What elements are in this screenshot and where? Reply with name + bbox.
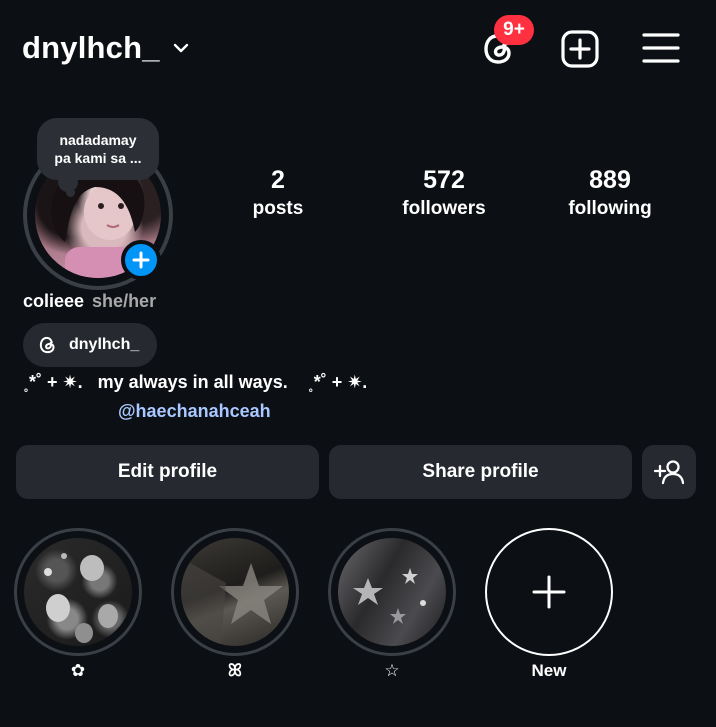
hamburger-menu-icon [642,33,680,63]
posts-count[interactable]: 2 posts [218,165,338,223]
plus-icon [132,251,150,269]
following-label: following [568,198,652,219]
highlight-ring [171,528,299,656]
highlight-item[interactable]: ꕤ [171,528,299,682]
menu-button[interactable] [642,31,680,65]
following-number: 889 [589,166,631,194]
followers-count[interactable]: 572 followers [384,165,504,223]
add-person-icon [654,460,684,485]
threads-profile-link[interactable]: dnylhch_ [23,323,158,367]
highlight-label: ꕤ [227,661,243,680]
profile-note[interactable]: nadadamay pa kami sa ... [37,118,159,180]
bio-text: ˳*˚ + ✷. my always in all ways. ˳*˚ + ✷. [23,372,368,392]
highlight-ring [328,528,456,656]
plus-icon [532,575,566,609]
edit-profile-button[interactable]: Edit profile [16,445,319,499]
account-switcher[interactable]: dnylhch_ [22,30,190,66]
notification-badge: 9+ [494,15,534,45]
highlight-cover [181,538,289,646]
posts-number: 2 [271,166,285,194]
share-profile-button[interactable]: Share profile [329,445,632,499]
new-highlight-label: New [531,661,567,680]
note-text-line-1: nadadamay [59,132,137,148]
pronouns: she/her [92,291,157,311]
following-count[interactable]: 889 following [550,165,670,223]
highlight-label: ☆ [384,661,400,680]
note-tail-small [66,188,75,197]
highlight-cover [24,538,132,646]
bio-mention-link[interactable]: @haechanahceah [118,401,271,422]
discover-people-button[interactable] [642,445,696,499]
note-text-line-2: pa kami sa ... [54,150,142,166]
threads-handle: dnylhch_ [69,336,140,353]
posts-label: posts [252,198,304,219]
highlight-item[interactable]: ☆ [328,528,456,682]
username: dnylhch_ [22,30,160,65]
create-button[interactable] [560,29,600,69]
followers-label: followers [402,198,486,219]
display-name: colieee [23,291,85,311]
highlight-ring [14,528,142,656]
highlight-item[interactable]: ✿ [14,528,142,682]
chevron-down-icon [173,43,188,53]
threads-icon [39,336,55,354]
add-story-button[interactable] [121,240,161,280]
followers-number: 572 [423,166,465,194]
new-highlight-ring [485,528,613,656]
plus-square-icon [561,30,599,68]
name-line: colieee she/her [23,291,156,312]
highlight-cover [338,538,446,646]
new-highlight-button[interactable]: New [485,528,613,682]
highlight-label: ✿ [70,661,86,680]
